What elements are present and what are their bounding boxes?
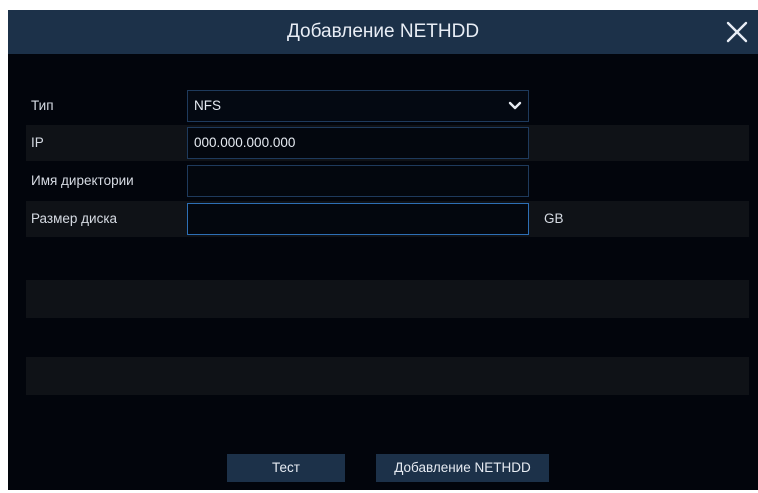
chevron-down-icon <box>508 101 522 110</box>
directory-row: Имя директории <box>26 163 749 199</box>
disk-size-label: Размер диска <box>31 211 118 226</box>
disk-size-input[interactable] <box>187 203 529 235</box>
type-label: Тип <box>31 98 54 113</box>
title-bar: Добавление NETHDD <box>8 10 758 54</box>
ip-input[interactable]: 000.000.000.000 <box>187 127 529 159</box>
type-row: Тип NFS <box>26 88 749 124</box>
directory-label: Имя директории <box>31 173 134 188</box>
test-button[interactable]: Тест <box>227 454 345 482</box>
empty-row <box>26 357 749 395</box>
disk-size-unit: GB <box>544 211 564 226</box>
type-select[interactable]: NFS <box>187 90 529 122</box>
close-icon[interactable] <box>724 19 750 45</box>
type-select-value: NFS <box>194 98 221 113</box>
dialog-title: Добавление NETHDD <box>286 21 480 42</box>
add-nethdd-dialog: Добавление NETHDD Тип NFS IP 000.000.000… <box>8 10 758 490</box>
add-nethdd-button[interactable]: Добавление NETHDD <box>376 454 549 482</box>
disk-size-row: Размер диска GB <box>26 201 749 237</box>
directory-input[interactable] <box>187 165 529 197</box>
ip-row: IP 000.000.000.000 <box>26 125 749 161</box>
ip-label: IP <box>31 135 44 150</box>
empty-row <box>26 280 749 318</box>
